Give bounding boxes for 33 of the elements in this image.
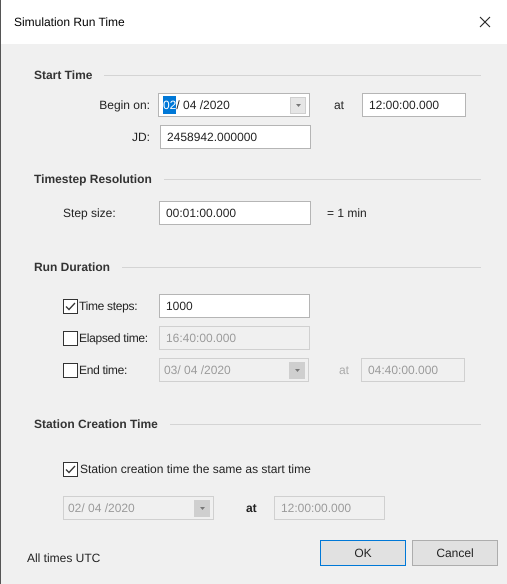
- section-heading: Timestep Resolution: [34, 171, 152, 188]
- date-value: 03/ 04 /2020: [164, 362, 231, 379]
- text-field[interactable]: 12:00:00.000: [362, 93, 466, 117]
- window-title: Simulation Run Time: [14, 14, 125, 31]
- field-label: Step size:: [63, 205, 117, 222]
- at-label: at: [339, 362, 350, 379]
- caret-icon: [296, 104, 300, 106]
- section-heading: Station Creation Time: [34, 416, 158, 433]
- at-label: at: [246, 500, 258, 517]
- date-segment[interactable]: / 04 /2020: [176, 96, 230, 114]
- text-field[interactable]: 2458942.000000: [160, 125, 311, 149]
- check-icon: [65, 302, 76, 310]
- text-field[interactable]: 00:01:00.000: [159, 201, 311, 225]
- at-label: at: [334, 97, 346, 114]
- checkbox[interactable]: [63, 298, 78, 314]
- dialog-button[interactable]: Cancel: [412, 540, 498, 566]
- section-heading: Run Duration: [34, 259, 110, 276]
- footer-note: All times UTC: [27, 550, 100, 567]
- caret-icon: [200, 506, 204, 510]
- check-icon: [65, 464, 76, 474]
- checkbox-label[interactable]: Time steps:: [79, 297, 138, 315]
- caret-icon: [294, 368, 300, 372]
- date-segment[interactable]: 02: [163, 96, 176, 114]
- step-size-note: = 1 min: [327, 205, 367, 222]
- text-field[interactable]: 1000: [159, 294, 310, 318]
- section-heading: Start Time: [34, 67, 92, 84]
- close-icon: [479, 16, 491, 28]
- dropdown-arrow-button[interactable]: [290, 96, 306, 114]
- field-label: JD:: [131, 129, 150, 146]
- field-label: Begin on:: [98, 97, 150, 114]
- date-dropdown[interactable]: 02/ 04 /2020: [158, 93, 310, 117]
- date-value: 02/ 04 /2020: [68, 500, 135, 517]
- dialog-button[interactable]: OK: [320, 540, 406, 566]
